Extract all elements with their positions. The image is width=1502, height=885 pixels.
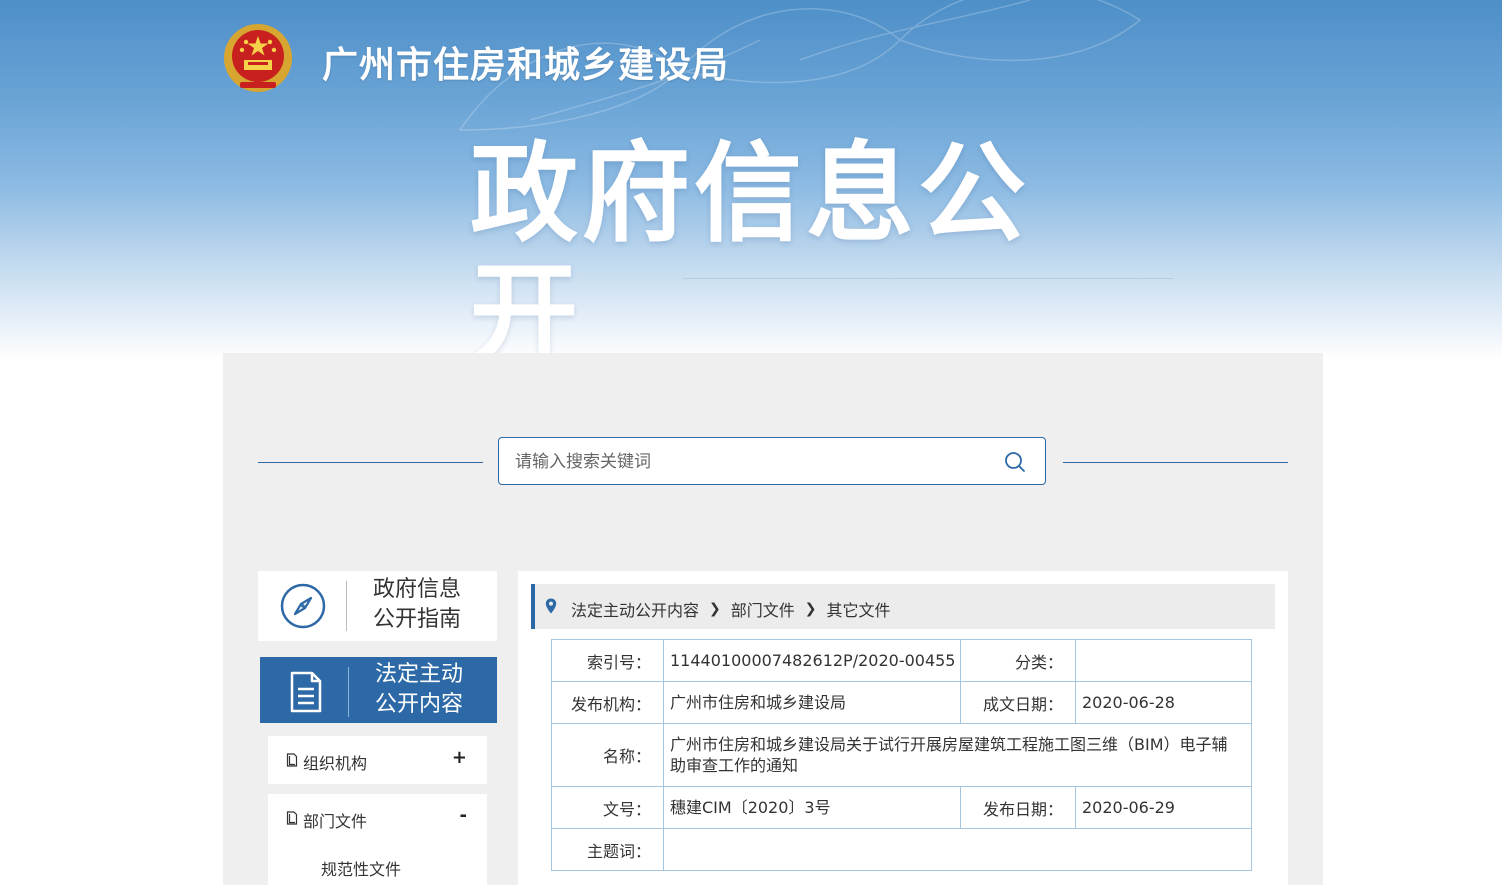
search-input[interactable]	[513, 438, 977, 486]
index-value: 11440100007482612P/2020-00455	[663, 639, 961, 682]
header-banner: 广州市住房和城乡建设局 政府信息公开	[0, 0, 1502, 360]
title-divider	[683, 278, 1173, 279]
publisher-value: 广州市住房和城乡建设局	[663, 681, 961, 724]
location-pin-icon	[545, 598, 557, 614]
site-name[interactable]: 广州市住房和城乡建设局	[322, 36, 729, 88]
title-value: 广州市住房和城乡建设局关于试行开展房屋建筑工程施工图三维（BIM）电子辅助审查工…	[663, 723, 1252, 787]
table-row: 文号： 穗建CIM〔2020〕3号 发布日期： 2020-06-29	[551, 786, 1252, 829]
sidebar-active-label-line1: 法定主动	[375, 662, 464, 687]
search-divider-right	[1063, 462, 1288, 463]
publish-date-value: 2020-06-29	[1075, 786, 1252, 829]
table-row: 主题词：	[551, 828, 1252, 871]
collapse-toggle[interactable]: -	[460, 805, 467, 826]
sidebar-item-organization[interactable]: 组织机构 +	[268, 736, 487, 784]
content-panel: 法定主动公开内容 ❯ 部门文件 ❯ 其它文件 索引号： 114401000074…	[518, 571, 1288, 885]
subject-value	[663, 828, 1252, 871]
subject-label: 主题词：	[551, 828, 664, 871]
sidebar-guide-label-line2: 公开指南	[373, 607, 462, 632]
chevron-right-icon: ❯	[709, 601, 721, 617]
index-label: 索引号：	[551, 639, 664, 682]
sidebar-subitem-normative-files[interactable]: 规范性文件	[321, 856, 401, 880]
breadcrumb-item[interactable]: 部门文件	[731, 597, 795, 621]
category-label: 分类：	[960, 639, 1076, 682]
breadcrumb-item[interactable]: 其它文件	[827, 597, 891, 621]
sidebar-item-label: 组织机构	[303, 754, 368, 773]
title-label: 名称：	[551, 723, 664, 787]
main-panel: 政府信息 公开指南 法定主动 公开内容 组织机构 + 部门文	[223, 353, 1323, 885]
sidebar-active-label: 法定主动 公开内容	[375, 660, 485, 720]
table-row: 索引号： 11440100007482612P/2020-00455 分类：	[551, 639, 1252, 682]
publish-date-label: 发布日期：	[960, 786, 1076, 829]
document-info-table: 索引号： 11440100007482612P/2020-00455 分类： 发…	[551, 639, 1252, 871]
created-date-label: 成文日期：	[960, 681, 1076, 724]
sidebar-item-label: 部门文件	[303, 812, 368, 831]
search-icon[interactable]	[1003, 450, 1027, 474]
publisher-label: 发布机构：	[551, 681, 664, 724]
sidebar-card-separator	[348, 667, 349, 717]
table-row: 名称： 广州市住房和城乡建设局关于试行开展房屋建筑工程施工图三维（BIM）电子辅…	[551, 723, 1252, 787]
page-title: 政府信息公开	[470, 132, 1031, 361]
sidebar-card-separator	[346, 581, 347, 631]
created-date-value: 2020-06-28	[1075, 681, 1252, 724]
breadcrumb: 法定主动公开内容 ❯ 部门文件 ❯ 其它文件	[531, 584, 1275, 629]
search-box	[498, 437, 1046, 486]
category-value	[1075, 639, 1252, 682]
expand-toggle[interactable]: +	[452, 747, 467, 768]
breadcrumb-item[interactable]: 法定主动公开内容	[571, 597, 699, 621]
sidebar-item-department-files[interactable]: 部门文件 -	[268, 794, 487, 842]
doc-number-label: 文号：	[551, 786, 664, 829]
breadcrumb-trail: 法定主动公开内容 ❯ 部门文件 ❯ 其它文件	[571, 597, 891, 621]
national-emblem-icon	[224, 24, 292, 92]
chevron-right-icon: ❯	[804, 601, 817, 617]
file-icon	[286, 811, 298, 825]
sidebar-active-card[interactable]: 法定主动 公开内容	[260, 657, 497, 723]
table-row: 发布机构： 广州市住房和城乡建设局 成文日期： 2020-06-28	[551, 681, 1252, 724]
file-icon	[286, 753, 298, 767]
sidebar-active-label-line2: 公开内容	[375, 692, 464, 717]
search-divider-left	[258, 462, 483, 463]
sidebar-guide-label: 政府信息 公开指南	[373, 575, 483, 635]
compass-icon	[280, 583, 326, 629]
sidebar-guide-card[interactable]: 政府信息 公开指南	[258, 571, 497, 641]
document-icon	[290, 671, 322, 713]
sidebar-guide-label-line1: 政府信息	[373, 577, 462, 602]
doc-number-value: 穗建CIM〔2020〕3号	[663, 786, 961, 829]
